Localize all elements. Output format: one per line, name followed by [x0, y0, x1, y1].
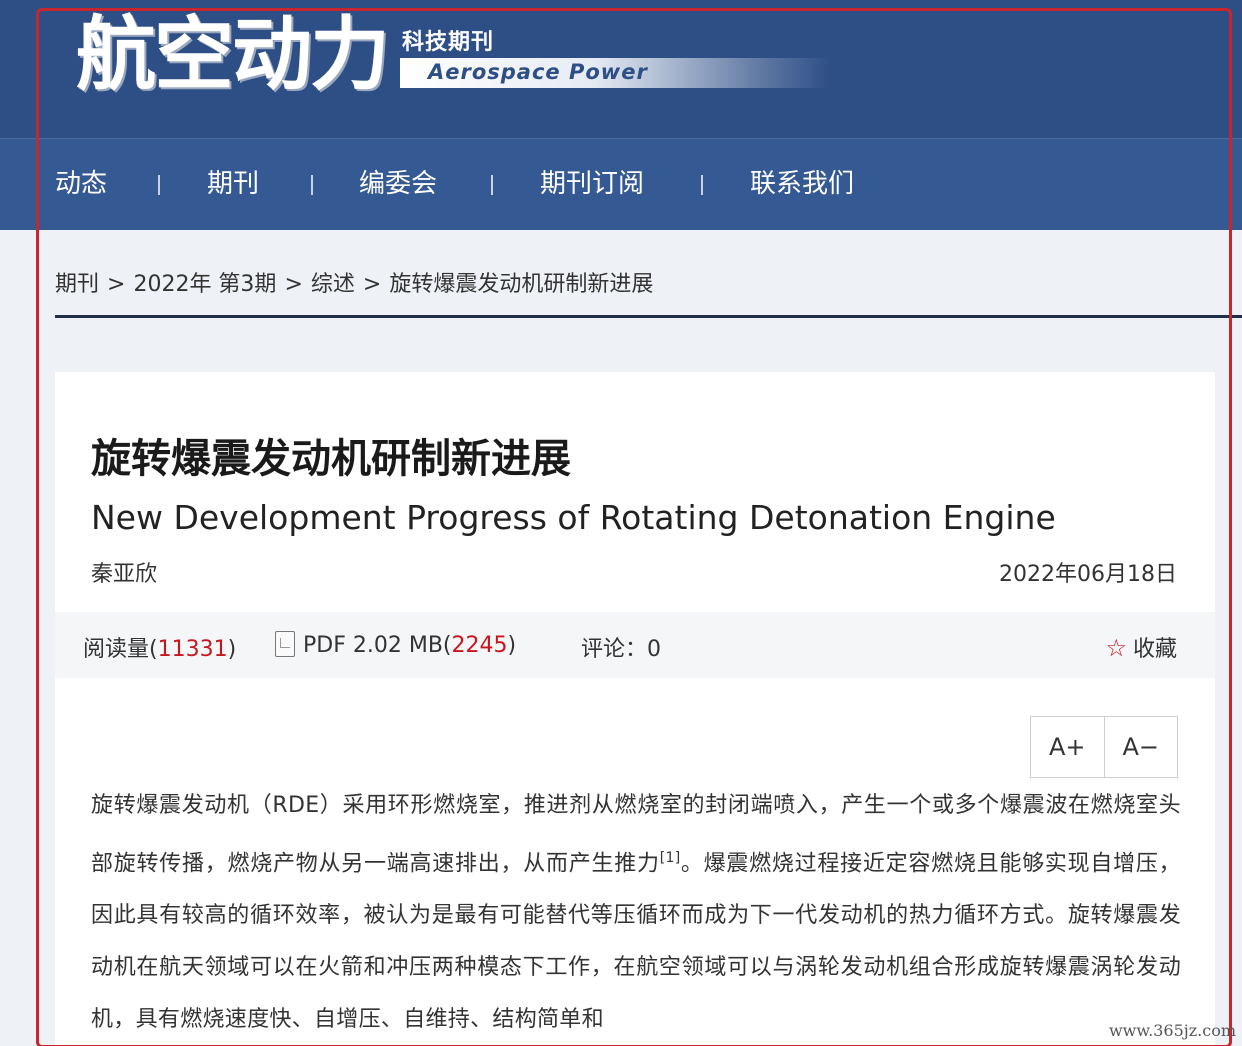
article-body: 旋转爆震发动机（RDE）采用环形燃烧室，推进剂从燃烧室的封闭端喷入，产生一个或多… [91, 780, 1181, 1046]
nav-separator [701, 175, 703, 195]
favorite-button[interactable]: ☆ 收藏 [1105, 631, 1177, 663]
breadcrumb-review[interactable]: 综述 [311, 272, 355, 297]
font-size-controls: A+ A− [1030, 716, 1178, 778]
breadcrumb-journal[interactable]: 期刊 [55, 272, 99, 297]
nav-item-editorial-board[interactable]: 编委会 [359, 167, 437, 201]
pdf-file-icon [275, 631, 295, 657]
reference-marker[interactable]: [1] [660, 850, 681, 866]
body-text-part2: 。爆震燃烧过程接近定容燃烧且能够实现自增压，因此具有较高的循环效率，被认为是最有… [91, 851, 1181, 1033]
read-count-value: 11331 [157, 637, 228, 662]
site-header: 航空动力 科技期刊 Aerospace Power [0, 0, 1242, 138]
font-decrease-button[interactable]: A− [1103, 717, 1178, 777]
breadcrumb-issue[interactable]: 2022年 第3期 [133, 272, 276, 297]
article-subtitle: New Development Progress of Rotating Det… [91, 498, 1056, 537]
article-date: 2022年06月18日 [999, 562, 1177, 587]
article-meta-bar: 阅读量(11331) PDF 2.02 MB(2245) 评论：0 ☆ 收藏 [55, 612, 1215, 678]
watermark-text: www.365jz.com [1108, 1021, 1236, 1040]
nav-item-contact[interactable]: 联系我们 [750, 167, 854, 201]
nav-separator [158, 175, 160, 195]
read-count: 阅读量(11331) [83, 631, 236, 663]
star-icon: ☆ [1105, 634, 1127, 662]
font-increase-button[interactable]: A+ [1031, 717, 1104, 777]
breadcrumb-current: 旋转爆震发动机研制新进展 [389, 272, 654, 297]
nav-item-news[interactable]: 动态 [55, 167, 107, 201]
pdf-download-count: 2245 [451, 633, 508, 658]
main-nav: 动态 期刊 编委会 期刊订阅 联系我们 [0, 138, 1242, 230]
nav-item-journal[interactable]: 期刊 [207, 167, 259, 201]
breadcrumb-divider [55, 315, 1242, 318]
article-card: 旋转爆震发动机研制新进展 New Development Progress of… [55, 372, 1215, 1046]
breadcrumb-separator: > [362, 272, 382, 297]
favorite-label: 收藏 [1132, 637, 1177, 662]
logo-chinese[interactable]: 航空动力 [76, 10, 390, 100]
article-author[interactable]: 秦亚欣 [91, 556, 157, 588]
nav-separator [491, 175, 493, 195]
logo-english: Aerospace Power [428, 60, 648, 84]
pdf-label: PDF 2.02 MB( [303, 633, 452, 658]
breadcrumb-separator: > [107, 272, 126, 297]
logo-subtitle: 科技期刊 [402, 30, 495, 55]
pdf-label-close: ) [507, 633, 517, 658]
read-count-close: ) [227, 637, 237, 662]
nav-separator [311, 175, 313, 195]
comment-count[interactable]: 评论：0 [581, 631, 661, 663]
read-count-label: 阅读量( [83, 637, 158, 662]
breadcrumb: 期刊 >2022年 第3期 > 综述 > 旋转爆震发动机研制新进展 [55, 266, 653, 298]
nav-item-subscribe[interactable]: 期刊订阅 [540, 167, 644, 201]
pdf-download-link[interactable]: PDF 2.02 MB(2245) [275, 631, 516, 658]
breadcrumb-separator: > [284, 272, 303, 297]
article-title: 旋转爆震发动机研制新进展 [91, 436, 571, 482]
